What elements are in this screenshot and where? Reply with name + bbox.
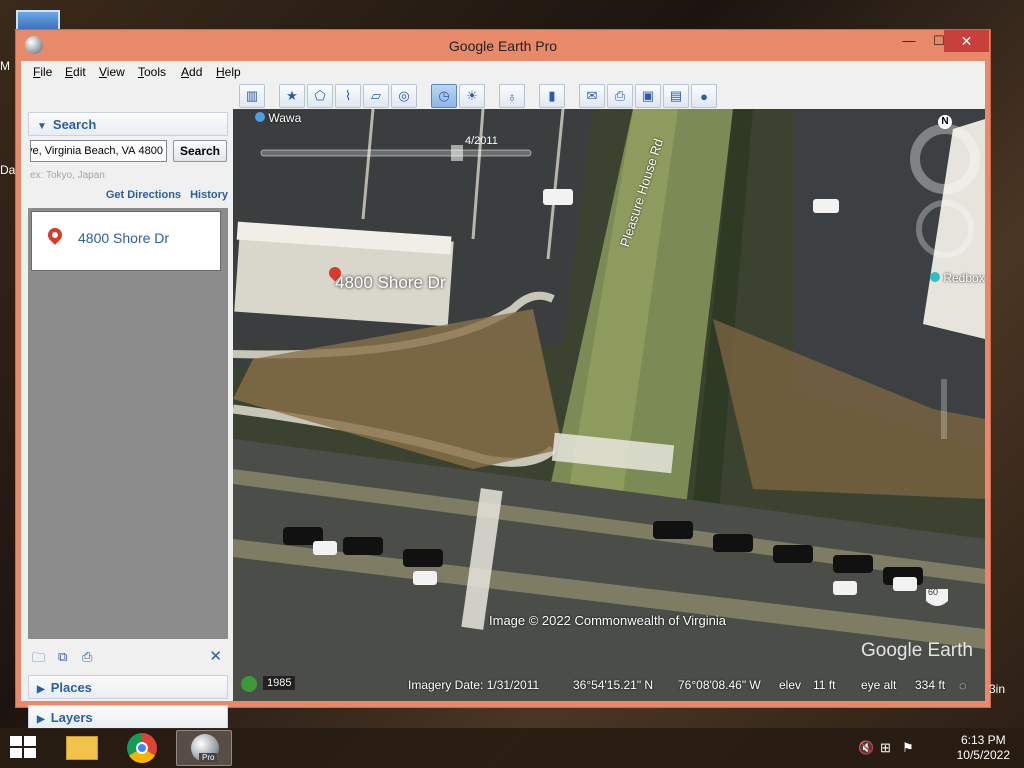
- search-links: Get Directions History: [100, 189, 228, 201]
- map-pin-icon: [45, 225, 65, 245]
- history-link[interactable]: History: [190, 189, 228, 201]
- get-directions-link[interactable]: Get Directions: [106, 189, 181, 201]
- menu-view[interactable]: View: [99, 65, 125, 79]
- print-results-icon[interactable]: ⎙: [82, 649, 92, 665]
- collapse-triangle-icon: ▼: [37, 121, 47, 132]
- layers-section-header[interactable]: ▶ Layers: [28, 705, 228, 729]
- menu-add[interactable]: Add: [181, 65, 202, 79]
- copy-icon[interactable]: ⧉: [58, 649, 67, 665]
- sunlight-icon[interactable]: ☀: [459, 84, 485, 108]
- search-result-item[interactable]: 4800 Shore Dr: [31, 211, 221, 271]
- history-year-badge[interactable]: 1985: [263, 676, 296, 690]
- compass-north-icon[interactable]: N: [938, 115, 952, 129]
- longitude-readout: 76°08'08.46" W: [678, 678, 761, 692]
- search-hint: ex: Tokyo, Japan: [30, 170, 105, 181]
- results-toolbar: 🗀 ⧉ ⎙ ✕: [28, 639, 228, 673]
- placemark-icon[interactable]: ★: [279, 84, 305, 108]
- expand-triangle-icon: ▶: [37, 714, 45, 725]
- menu-bar: File Edit View Tools Add Help: [21, 61, 985, 83]
- history-clock-icon[interactable]: [241, 676, 257, 692]
- elevation-value: 11 ft: [813, 678, 836, 692]
- taskbar: Pro 🔇 ⊞ ⚑ 6:13 PM 10/5/2022: [0, 728, 1024, 768]
- route-shield-label: 60: [928, 587, 939, 597]
- menu-help[interactable]: Help: [216, 65, 241, 79]
- latitude-readout: 36°54'15.21" N: [573, 678, 654, 692]
- expand-triangle-icon: ▶: [37, 684, 45, 695]
- google-earth-pro-icon[interactable]: Pro: [176, 730, 232, 766]
- planets-icon[interactable]: ♁: [499, 84, 525, 108]
- minimize-button[interactable]: —: [894, 30, 924, 52]
- elevation-label: elev: [779, 678, 802, 692]
- clock-time: 6:13 PM: [960, 733, 1006, 747]
- sidebar-icon[interactable]: ▥: [239, 84, 265, 108]
- map-view[interactable]: 4/2011 Wawa Redbox 4800 Shore Dr Pleasur…: [233, 109, 985, 701]
- wawa-poi-label: Wawa: [268, 111, 302, 125]
- eye-alt-value: 334 ft: [915, 678, 946, 692]
- start-button[interactable]: [10, 736, 38, 760]
- title-bar[interactable]: Google Earth Pro — ☐ ✕: [16, 30, 990, 62]
- google-maps-icon[interactable]: ●: [691, 84, 717, 108]
- path-icon[interactable]: ⌇: [335, 84, 361, 108]
- desktop-icon-label: M: [0, 59, 10, 73]
- system-tray: 🔇 ⊞ ⚑ 6:13 PM 10/5/2022: [854, 728, 1024, 768]
- places-heading: Places: [50, 680, 92, 695]
- imagery-date: Imagery Date: 1/31/2011: [408, 678, 540, 692]
- redbox-poi-label: Redbox: [943, 271, 985, 285]
- imagery-copyright: Image © 2022 Commonwealth of Virginia: [489, 613, 726, 628]
- places-section-header[interactable]: ▶ Places: [28, 675, 228, 699]
- search-heading: Search: [52, 117, 97, 132]
- clear-results-icon[interactable]: ✕: [209, 647, 222, 665]
- print-icon[interactable]: ⎙: [607, 84, 633, 108]
- pro-badge: Pro: [199, 753, 218, 762]
- save-image-icon[interactable]: ▣: [635, 84, 661, 108]
- add-folder-icon[interactable]: 🗀: [32, 649, 45, 671]
- google-earth-window: Google Earth Pro — ☐ ✕ File Edit View To…: [15, 29, 991, 729]
- search-input[interactable]: 4800 Shore Drive, Virginia Beach, VA: [30, 140, 167, 162]
- status-bar: 1985 Imagery Date: 1/31/2011 36°54'15.21…: [233, 672, 985, 697]
- streaming-progress-icon: ◌: [959, 678, 967, 693]
- timeline-date: 4/2011: [465, 135, 498, 147]
- image-overlay-icon[interactable]: ▱: [363, 84, 389, 108]
- search-results-pane: 4800 Shore Dr: [28, 208, 228, 639]
- status-cut-text: 3in: [989, 682, 1006, 696]
- close-button[interactable]: ✕: [944, 30, 989, 52]
- placemark-label[interactable]: 4800 Shore Dr: [335, 273, 446, 293]
- app-client-area: File Edit View Tools Add Help ▥ ★ ⬠ ⌇ ▱ …: [21, 61, 985, 729]
- window-title: Google Earth Pro: [448, 38, 558, 54]
- redbox-poi-icon[interactable]: Redbox: [930, 271, 985, 285]
- network-icon[interactable]: ⊞: [880, 740, 891, 756]
- tour-icon[interactable]: ◎: [391, 84, 417, 108]
- google-earth-watermark: Google Earth: [861, 640, 973, 661]
- chrome-icon[interactable]: [115, 730, 171, 766]
- search-result-label: 4800 Shore Dr: [78, 230, 170, 246]
- file-explorer-icon[interactable]: [54, 730, 110, 766]
- menu-edit[interactable]: Edit: [65, 65, 86, 79]
- menu-tools[interactable]: Tools: [138, 65, 166, 79]
- menu-file[interactable]: File: [33, 65, 52, 79]
- search-button[interactable]: Search: [173, 140, 227, 162]
- action-center-flag-icon[interactable]: ⚑: [902, 740, 914, 756]
- email-icon[interactable]: ✉: [579, 84, 605, 108]
- volume-muted-icon[interactable]: 🔇: [858, 740, 874, 756]
- sidebar-panel: ▼ Search 4800 Shore Drive, Virginia Beach…: [28, 109, 228, 701]
- search-section-header[interactable]: ▼ Search: [28, 112, 228, 136]
- wawa-poi-icon[interactable]: Wawa: [255, 111, 301, 125]
- map-view-icon[interactable]: ▤: [663, 84, 689, 108]
- layers-heading: Layers: [50, 710, 93, 725]
- clock-date: 10/5/2022: [956, 748, 1010, 762]
- eye-alt-label: eye alt: [861, 678, 897, 692]
- polygon-icon[interactable]: ⬠: [307, 84, 333, 108]
- historical-imagery-icon[interactable]: ◷: [431, 84, 457, 108]
- desktop-icon-label: Da: [0, 163, 16, 177]
- ruler-icon[interactable]: ▮: [539, 84, 565, 108]
- clock[interactable]: 6:13 PM 10/5/2022: [957, 733, 1010, 763]
